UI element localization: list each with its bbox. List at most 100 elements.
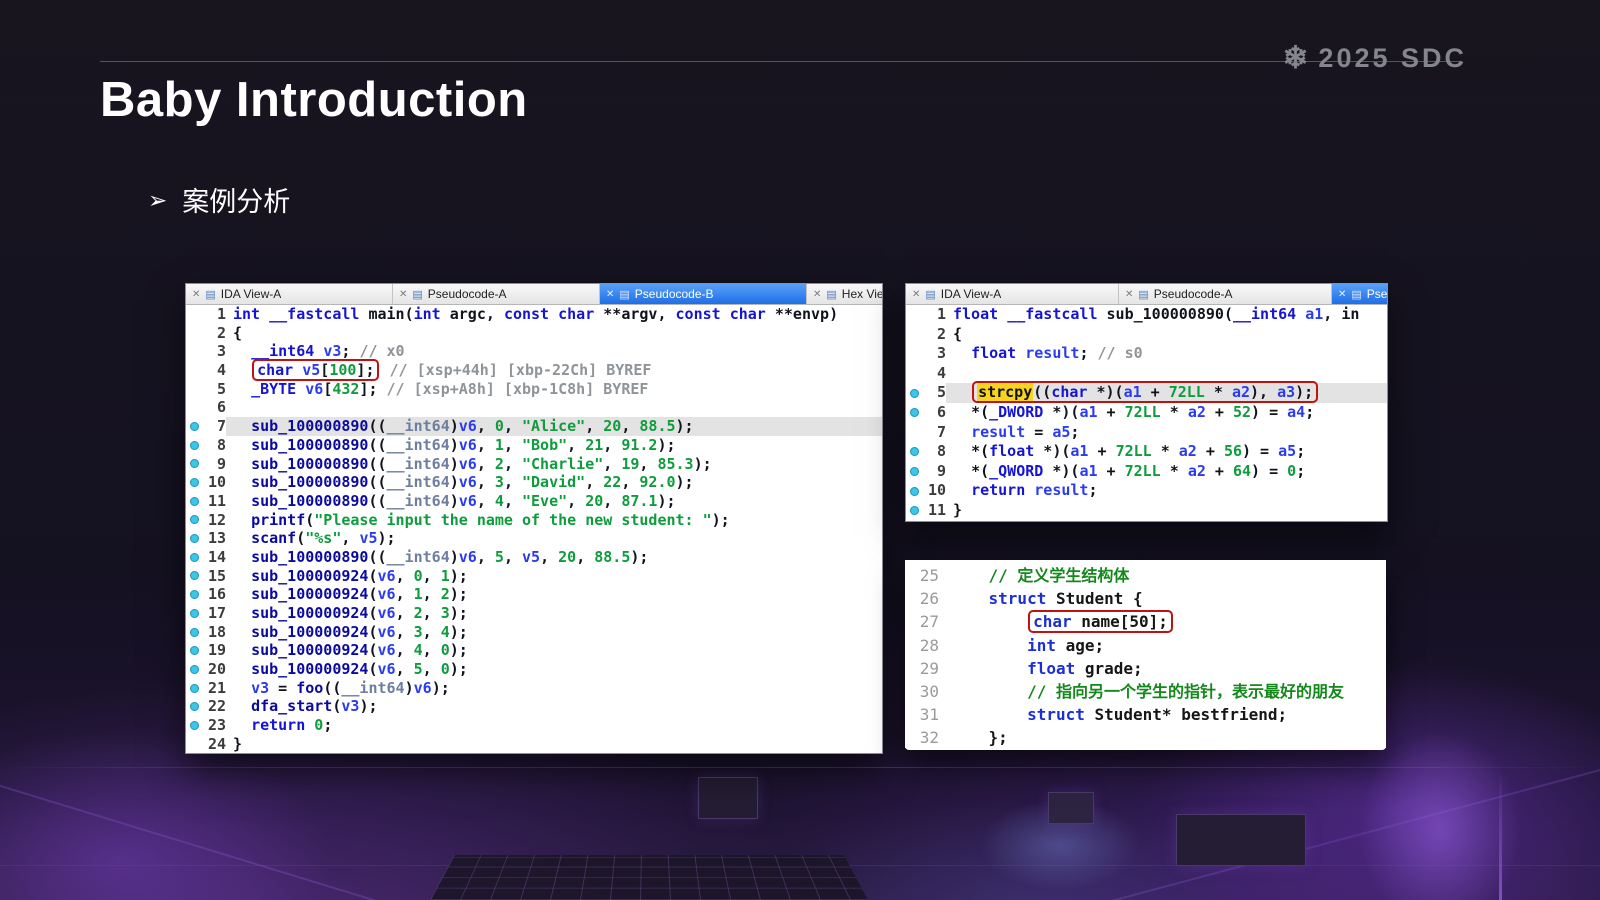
code-line[interactable]: 32 }; [905, 726, 1386, 748]
code-token [233, 361, 251, 379]
code-line[interactable]: 8 sub_100000890((__int64)v6, 1, "Bob", 2… [186, 436, 882, 455]
breakpoint-dot[interactable] [186, 660, 202, 679]
code-line[interactable]: 11 sub_100000890((__int64)v6, 4, "Eve", … [186, 492, 882, 511]
code-token [950, 705, 1027, 724]
breakpoint-dot[interactable] [186, 679, 202, 698]
breakpoint-dot[interactable] [186, 436, 202, 455]
tab-close-icon[interactable]: ✕ [1125, 289, 1133, 300]
tab-close-icon[interactable]: ✕ [1338, 289, 1346, 300]
breakpoint-dot[interactable] [906, 481, 922, 501]
code-token: "David" [522, 473, 585, 491]
gutter-spacer [186, 342, 202, 361]
code-token: name[50]; [1081, 612, 1168, 631]
code-line[interactable]: 18 sub_100000924(v6, 3, 4); [186, 623, 882, 642]
code-token: "Please input the name of the new studen… [314, 511, 711, 529]
tab-close-icon[interactable]: ✕ [606, 289, 614, 300]
code-line[interactable]: 21 v3 = foo((__int64)v6); [186, 679, 882, 698]
breakpoint-dot[interactable] [186, 548, 202, 567]
breakpoint-dot[interactable] [186, 623, 202, 642]
code-token: sub_100000890 [1107, 305, 1224, 323]
code-line[interactable]: 10 sub_100000890((__int64)v6, 3, "David"… [186, 473, 882, 492]
breakpoint-dot[interactable] [186, 585, 202, 604]
breakpoint-dot[interactable] [906, 403, 922, 423]
code-line[interactable]: 31 struct Student* bestfriend; [905, 703, 1386, 726]
code-line[interactable]: 28 int age; [905, 634, 1386, 657]
code-line[interactable]: 19 sub_100000924(v6, 4, 0); [186, 641, 882, 660]
breakpoint-dot[interactable] [186, 567, 202, 586]
code-token: , [504, 436, 522, 454]
code-token: v6 [378, 567, 396, 585]
code-line[interactable]: 1int __fastcall main(int argc, const cha… [186, 305, 882, 324]
code-line[interactable]: 7 sub_100000890((__int64)v6, 0, "Alice",… [186, 417, 882, 436]
tab-pseudocode-a[interactable]: ✕▤Pseudocode-A [1119, 284, 1332, 304]
code-line[interactable]: 25 // 定义学生结构体 [905, 564, 1386, 587]
breakpoint-dot[interactable] [906, 501, 922, 521]
code-line[interactable]: 5 _BYTE v6[432]; // [xsp+A8h] [xbp-1C8h]… [186, 380, 882, 399]
code-line[interactable]: 20 sub_100000924(v6, 5, 0); [186, 660, 882, 679]
breakpoint-dot[interactable] [186, 697, 202, 716]
code-line[interactable]: 2{ [906, 325, 1387, 345]
code-line[interactable]: 22 dfa_start(v3); [186, 697, 882, 716]
breakpoint-dot[interactable] [186, 473, 202, 492]
breakpoint-dot[interactable] [906, 462, 922, 482]
breakpoint-dot[interactable] [186, 716, 202, 735]
tab-ida-view-a[interactable]: ✕▤IDA View-A [906, 284, 1119, 304]
code-line[interactable]: 6 [186, 398, 882, 417]
code-line[interactable]: 29 float grade; [905, 657, 1386, 680]
code-line[interactable]: 12 printf("Please input the name of the … [186, 511, 882, 530]
breakpoint-dot[interactable] [186, 641, 202, 660]
tab-hex-vie[interactable]: ✕▤Hex Vie [807, 284, 882, 304]
code-line[interactable]: 11} [906, 501, 1387, 521]
tab-pseudocode-b[interactable]: ✕▤Pseudocode-B [600, 284, 807, 304]
breakpoint-dot[interactable] [186, 604, 202, 623]
breakpoint-dot[interactable] [186, 417, 202, 436]
breakpoint-dot[interactable] [906, 442, 922, 462]
tab-close-icon[interactable]: ✕ [912, 289, 920, 300]
annotation-box: strcpy((char *)(a1 + 72LL * a2), a3); [972, 381, 1318, 403]
tab-pse[interactable]: ✕▤Pse [1332, 284, 1387, 304]
breakpoint-dot[interactable] [186, 455, 202, 474]
tab-pseudocode-a[interactable]: ✕▤Pseudocode-A [393, 284, 600, 304]
code-token: + [1098, 403, 1125, 421]
code-token: _QWORD [989, 462, 1043, 480]
code-line[interactable]: 9 *(_QWORD *)(a1 + 72LL * a2 + 64) = 0; [906, 462, 1387, 482]
code-line[interactable]: 3 float result; // s0 [906, 344, 1387, 364]
code-token: // 指向另一个学生的指针，表示最好的朋友 [1027, 682, 1344, 701]
code-token: v5 [522, 548, 540, 566]
code-line[interactable]: 6 *(_DWORD *)(a1 + 72LL * a2 + 52) = a4; [906, 403, 1387, 423]
tab-close-icon[interactable]: ✕ [813, 289, 821, 300]
code-line[interactable]: 14 sub_100000890((__int64)v6, 5, v5, 20,… [186, 548, 882, 567]
tab-close-icon[interactable]: ✕ [399, 289, 407, 300]
code-token [233, 548, 251, 566]
breakpoint-dot[interactable] [906, 383, 922, 403]
code-line[interactable]: 23 return 0; [186, 716, 882, 735]
code-token [953, 403, 971, 421]
code-line[interactable]: 4 char v5[100]; // [xsp+44h] [xbp-22Ch] … [186, 361, 882, 380]
code-line[interactable]: 15 sub_100000924(v6, 0, 1); [186, 567, 882, 586]
code-line[interactable]: 17 sub_100000924(v6, 2, 3); [186, 604, 882, 623]
tab-label: IDA View-A [941, 287, 1001, 301]
code-line[interactable]: 2{ [186, 324, 882, 343]
code-line[interactable]: 10 return result; [906, 481, 1387, 501]
code-line[interactable]: 26 struct Student { [905, 587, 1386, 610]
code-line[interactable]: 7 result = a5; [906, 423, 1387, 443]
code-line[interactable]: 5 strcpy((char *)(a1 + 72LL * a2), a3); [906, 383, 1387, 403]
breakpoint-dot[interactable] [186, 492, 202, 511]
breakpoint-dot[interactable] [186, 511, 202, 530]
tab-ida-view-a[interactable]: ✕▤IDA View-A [186, 284, 393, 304]
code-line[interactable]: 16 sub_100000924(v6, 1, 2); [186, 585, 882, 604]
code-line[interactable]: 9 sub_100000890((__int64)v6, 2, "Charlie… [186, 455, 882, 474]
code-line[interactable]: 24} [186, 735, 882, 753]
code-text: scanf("%s", v5); [226, 529, 882, 548]
code-token: 92.0 [639, 473, 675, 491]
code-text: float __fastcall sub_100000890(__int64 a… [946, 305, 1387, 325]
code-line[interactable]: 30 // 指向另一个学生的指针，表示最好的朋友 [905, 680, 1386, 703]
code-token: a4 [1287, 403, 1305, 421]
breakpoint-dot[interactable] [186, 529, 202, 548]
code-line[interactable]: 8 *(float *)(a1 + 72LL * a2 + 56) = a5; [906, 442, 1387, 462]
code-line[interactable]: 13 scanf("%s", v5); [186, 529, 882, 548]
code-line[interactable]: 27 char name[50]; [905, 610, 1386, 633]
code-line[interactable]: 1float __fastcall sub_100000890(__int64 … [906, 305, 1387, 325]
tab-close-icon[interactable]: ✕ [192, 289, 200, 300]
source-code-area: 25 // 定义学生结构体26 struct Student {27 char … [905, 560, 1386, 748]
